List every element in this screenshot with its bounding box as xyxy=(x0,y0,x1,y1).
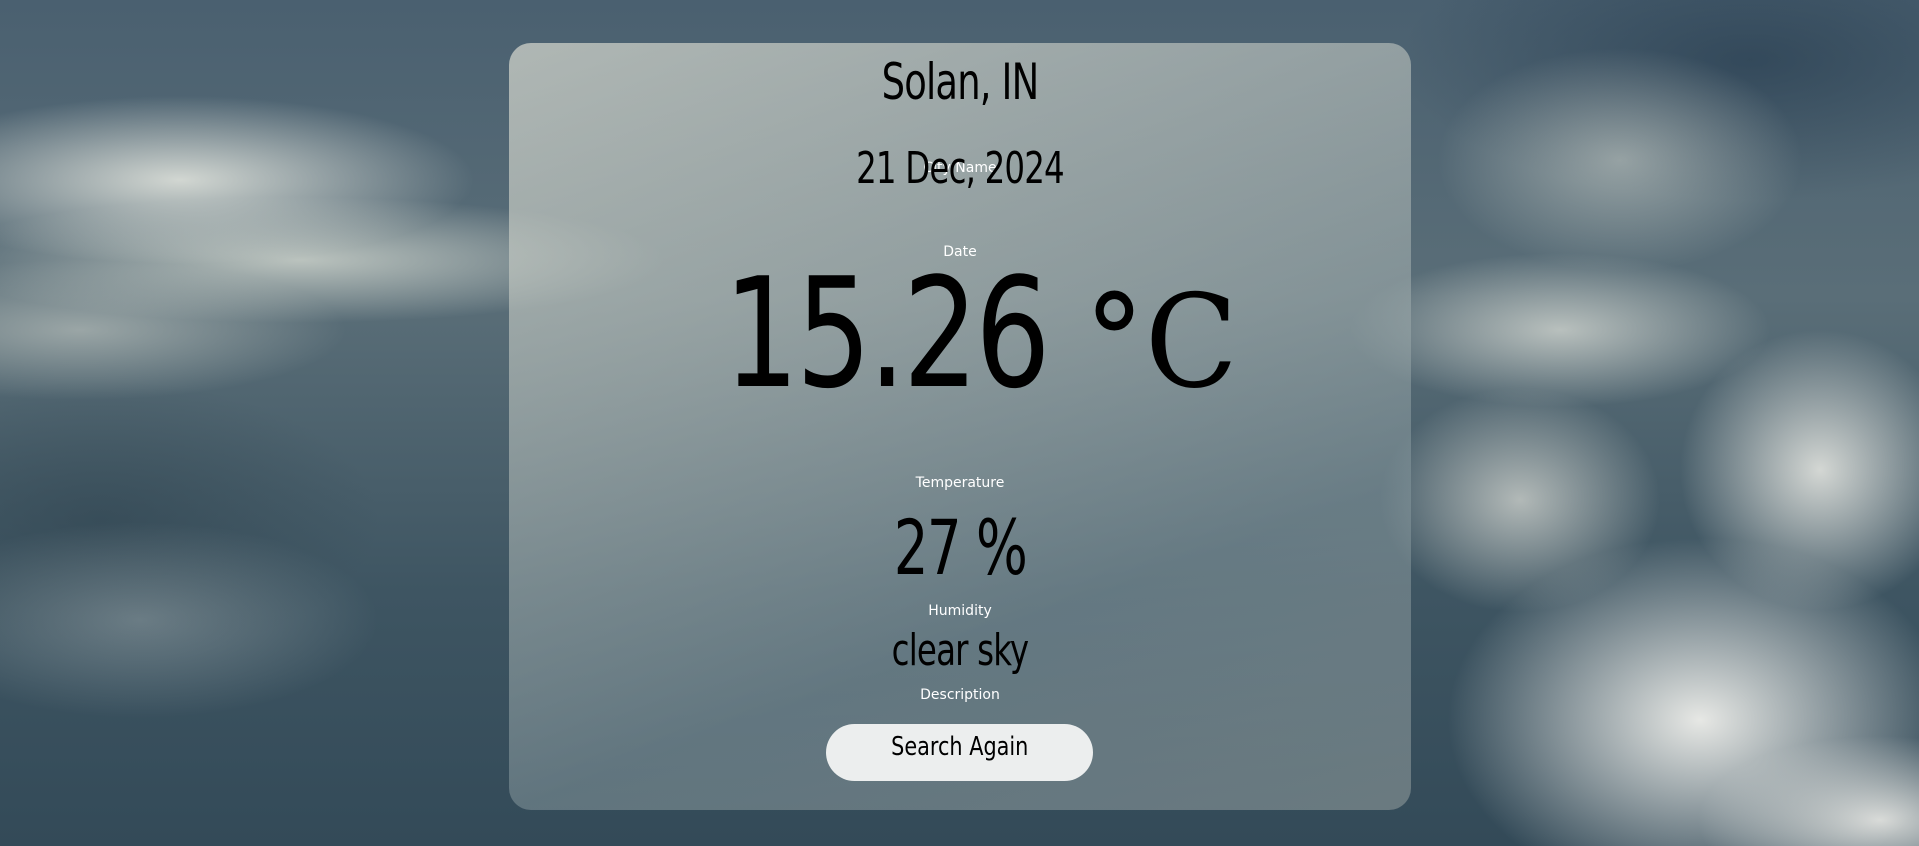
humidity-value: 27 % xyxy=(893,503,1028,592)
weather-card: Solan, IN City Name 21 Dec, 2024 Date 15… xyxy=(509,43,1411,810)
description-value: clear sky xyxy=(891,625,1029,676)
humidity-caption: Humidity xyxy=(928,603,992,619)
temperature-unit: °C xyxy=(1083,268,1238,417)
date-value: 21 Dec, 2024 xyxy=(856,143,1065,194)
city-name: Solan, IN xyxy=(881,53,1040,111)
temperature-display: 15.26 °C xyxy=(509,258,1411,410)
description-caption: Description xyxy=(920,687,1000,703)
search-again-button[interactable]: Search Again xyxy=(826,724,1093,781)
temperature-caption: Temperature xyxy=(915,475,1005,491)
search-again-label: Search Again xyxy=(890,731,1029,762)
temperature-value: 15.26 xyxy=(724,245,1051,422)
